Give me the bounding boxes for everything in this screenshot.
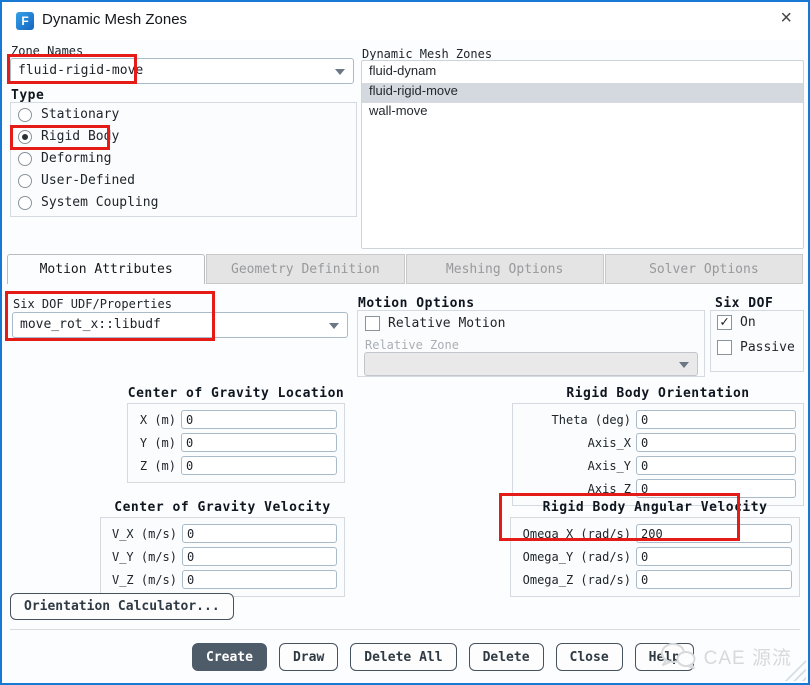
cg-location-y-input[interactable] [181,433,337,452]
checkbox-unchecked-icon [717,340,732,355]
cg-location-box: X (m) Y (m) Z (m) [127,403,345,483]
field-label: Y (m) [135,436,181,450]
zone-names-dropdown[interactable]: fluid-rigid-move [10,58,354,84]
tab-motion-attributes[interactable]: Motion Attributes [7,254,205,284]
close-icon[interactable]: × [780,7,792,30]
field-label: Axis_X [520,436,636,450]
tab-solver-options[interactable]: Solver Options [605,254,803,284]
rb-orientation-axis-x-input[interactable] [636,433,796,452]
dynamic-mesh-zones-dialog: F Dynamic Mesh Zones × Zone Names fluid-… [0,0,810,685]
rb-orientation-group: Rigid Body Orientation Theta (deg) Axis_… [512,386,804,506]
field-label: V_Y (m/s) [108,550,182,564]
chevron-down-icon [329,323,339,329]
radio-selected-icon [18,130,32,144]
type-group-label: Type [11,88,44,103]
rb-angular-velocity-box: Omega_X (rad/s) Omega_Y (rad/s) Omega_Z … [510,517,800,597]
checkbox-unchecked-icon [365,316,380,331]
omega-x-input[interactable] [636,524,792,543]
draw-button[interactable]: Draw [279,643,338,671]
close-button[interactable]: Close [556,643,623,671]
field-label: Axis_Z [520,482,636,496]
radio-user-defined[interactable]: User-Defined [18,173,135,188]
title-bar[interactable]: F Dynamic Mesh Zones × [2,2,808,40]
radio-system-coupling[interactable]: System Coupling [18,195,158,210]
field-label: Omega_Y (rad/s) [518,550,636,564]
delete-button[interactable]: Delete [469,643,544,671]
cg-location-group: Center of Gravity Location X (m) Y (m) Z… [127,386,345,483]
radio-rigid-body[interactable]: Rigid Body [18,129,119,144]
cg-velocity-box: V_X (m/s) V_Y (m/s) V_Z (m/s) [100,517,345,597]
tab-geometry-definition[interactable]: Geometry Definition [206,254,404,284]
cg-velocity-group: Center of Gravity Velocity V_X (m/s) V_Y… [100,500,345,597]
watermark: CAE 源流 [660,642,792,670]
cg-location-x-input[interactable] [181,410,337,429]
six-dof-group-label: Six DOF [715,296,773,311]
field-label: Theta (deg) [520,413,636,427]
relative-motion-checkbox[interactable]: Relative Motion [365,316,505,331]
orientation-calculator-button[interactable]: Orientation Calculator... [10,593,234,620]
footer-divider [10,629,800,630]
six-dof-udf-label: Six DOF UDF/Properties [13,297,172,311]
radio-deforming[interactable]: Deforming [18,151,111,166]
cg-velocity-vz-input[interactable] [182,570,337,589]
field-label: X (m) [135,413,181,427]
window-title: Dynamic Mesh Zones [42,11,187,28]
fluent-app-icon: F [16,12,34,30]
relative-zone-label: Relative Zone [365,338,459,352]
radio-icon [18,108,32,122]
motion-options-label: Motion Options [358,296,475,311]
field-label: Omega_Z (rad/s) [518,573,636,587]
zone-names-label: Zone Names [11,44,83,58]
cg-location-z-input[interactable] [181,456,337,475]
six-dof-udf-dropdown[interactable]: move_rot_x::libudf [12,312,348,338]
tab-bar: Motion Attributes Geometry Definition Me… [7,254,803,284]
rb-orientation-box: Theta (deg) Axis_X Axis_Y Axis_Z [512,403,804,506]
six-dof-passive-checkbox[interactable]: Passive [717,340,795,355]
checkbox-checked-icon: ✓ [717,315,732,330]
create-button[interactable]: Create [192,643,267,671]
watermark-text: CAE 源流 [704,643,792,670]
rb-orientation-axis-z-input[interactable] [636,479,796,498]
tab-meshing-options[interactable]: Meshing Options [406,254,604,284]
zone-list-item[interactable]: wall-move [362,103,803,123]
cg-velocity-title: Center of Gravity Velocity [100,500,345,515]
rb-angular-velocity-title: Rigid Body Angular Velocity [510,500,800,515]
zones-list-label: Dynamic Mesh Zones [362,47,492,61]
six-dof-udf-value: move_rot_x::libudf [20,317,161,332]
rb-angular-velocity-group: Rigid Body Angular Velocity Omega_X (rad… [510,500,800,597]
zone-list-item-selected[interactable]: fluid-rigid-move [362,83,803,103]
rb-orientation-axis-y-input[interactable] [636,456,796,475]
cg-velocity-vy-input[interactable] [182,547,337,566]
field-label: Omega_X (rad/s) [518,527,636,541]
radio-icon [18,174,32,188]
field-label: Axis_Y [520,459,636,473]
rb-orientation-title: Rigid Body Orientation [512,386,804,401]
six-dof-on-checkbox[interactable]: ✓ On [717,315,756,330]
cg-velocity-vx-input[interactable] [182,524,337,543]
omega-y-input[interactable] [636,547,792,566]
radio-icon [18,196,32,210]
zone-list-item[interactable]: fluid-dynam [362,63,803,83]
field-label: V_X (m/s) [108,527,182,541]
chevron-down-icon [335,69,345,75]
footer-button-row: Create Draw Delete All Delete Close Help [192,643,694,671]
omega-z-input[interactable] [636,570,792,589]
zone-names-value: fluid-rigid-move [18,63,143,78]
wechat-bubbles-icon [660,642,696,670]
rb-orientation-theta-input[interactable] [636,410,796,429]
chevron-down-icon [679,362,689,368]
relative-zone-dropdown [364,352,698,376]
field-label: V_Z (m/s) [108,573,182,587]
field-label: Z (m) [135,459,181,473]
dynamic-mesh-zones-list: fluid-dynam fluid-rigid-move wall-move [361,60,804,249]
radio-stationary[interactable]: Stationary [18,107,119,122]
cg-location-title: Center of Gravity Location [127,386,345,401]
delete-all-button[interactable]: Delete All [350,643,456,671]
radio-icon [18,152,32,166]
